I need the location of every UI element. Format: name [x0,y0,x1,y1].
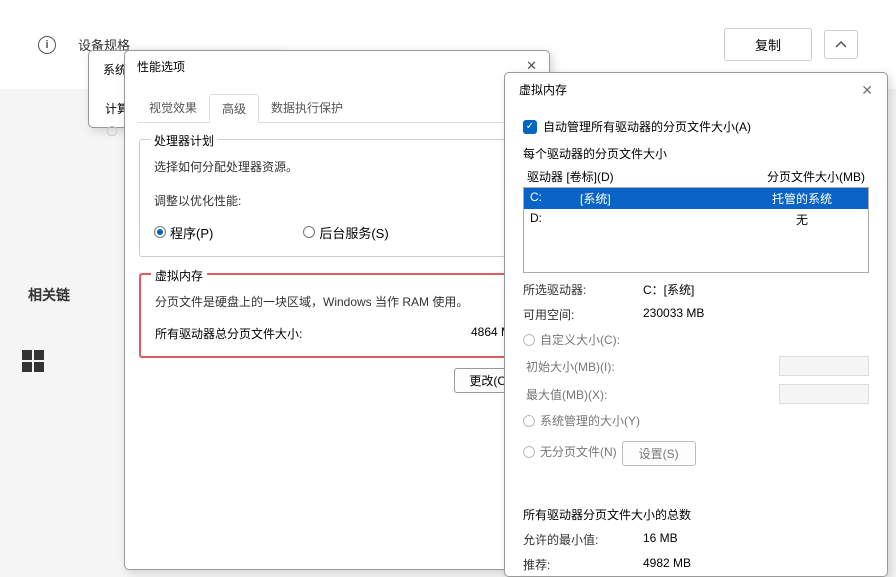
totals-title: 所有驱动器分页文件大小的总数 [523,506,869,523]
chevron-up-icon [835,41,847,49]
min-value: 16 MB [643,531,869,548]
checkbox-checked-icon [523,120,537,134]
initial-size-input [779,356,869,376]
tab-visual-effects[interactable]: 视觉效果 [137,94,209,122]
windows-logo-icon[interactable] [22,350,44,372]
performance-options-title: 性能选项 [125,51,549,82]
chevron-up-button[interactable] [824,30,858,59]
virtual-memory-title: 虚拟内存 [151,267,207,284]
radio-background-services[interactable]: 后台服务(S) [303,223,388,242]
tab-advanced[interactable]: 高级 [209,94,259,123]
radio-icon [523,334,535,346]
copy-button[interactable]: 复制 [724,28,812,61]
radio-custom-size: 自定义大小(C): [523,331,869,348]
each-drive-label: 每个驱动器的分页文件大小 [523,145,869,162]
rec-value: 4982 MB [643,556,869,573]
radio-icon [303,226,315,238]
drive-listbox[interactable]: C: [系统] 托管的系统 D: 无 [523,187,869,273]
radio-programs[interactable]: 程序(P) [154,223,213,242]
radio-icon [523,415,535,427]
processor-desc: 选择如何分配处理器资源。 [154,154,520,180]
selected-drive-label: 所选驱动器: [523,281,643,298]
max-size-input [779,384,869,404]
adjust-label: 调整以优化性能: [154,188,520,214]
info-icon: i [38,36,56,54]
auto-manage-checkbox[interactable]: 自动管理所有驱动器的分页文件大小(A) [523,118,869,135]
virtual-memory-dialog: 虚拟内存 ✕ 自动管理所有驱动器的分页文件大小(A) 每个驱动器的分页文件大小 … [504,72,888,577]
radio-no-paging: 无分页文件(N)设置(S) [523,437,869,466]
close-button[interactable]: ✕ [861,82,873,99]
selected-drive-value: C：[系统] [643,281,869,298]
col-pagefile: 分页文件大小(MB) [767,168,865,185]
processor-scheduling-title: 处理器计划 [150,132,218,149]
total-label: 所有驱动器总分页文件大小: [155,325,302,342]
set-button: 设置(S) [622,441,696,466]
tab-dep[interactable]: 数据执行保护 [259,94,355,122]
performance-options-dialog: 性能选项 ✕ 视觉效果 高级 数据执行保护 处理器计划 选择如何分配处理器资源。… [124,50,550,570]
radio-system-managed: 系统管理的大小(Y) [523,412,869,429]
paging-desc: 分页文件是硬盘上的一块区域，Windows 当作 RAM 使用。 [155,289,519,315]
min-label: 允许的最小值: [523,531,643,548]
radio-icon [523,446,535,458]
col-drive: 驱动器 [卷标](D) [527,168,614,185]
drive-row[interactable]: D: 无 [524,209,868,230]
virtual-memory-dialog-title: 虚拟内存 [505,73,887,106]
max-size-row: 最大值(MB)(X): [523,384,869,404]
radio-icon [154,226,166,238]
rec-label: 推荐: [523,556,643,573]
related-links-heading: 相关链 [28,285,70,305]
avail-space-value: 230033 MB [643,306,869,323]
drive-row[interactable]: C: [系统] 托管的系统 [524,188,868,209]
virtual-memory-group: 虚拟内存 分页文件是硬盘上的一块区域，Windows 当作 RAM 使用。 所有… [139,273,535,358]
initial-size-row: 初始大小(MB)(I): [523,356,869,376]
processor-scheduling-group: 处理器计划 选择如何分配处理器资源。 调整以优化性能: 程序(P) 后台服务(S… [139,139,535,257]
avail-space-label: 可用空间: [523,306,643,323]
